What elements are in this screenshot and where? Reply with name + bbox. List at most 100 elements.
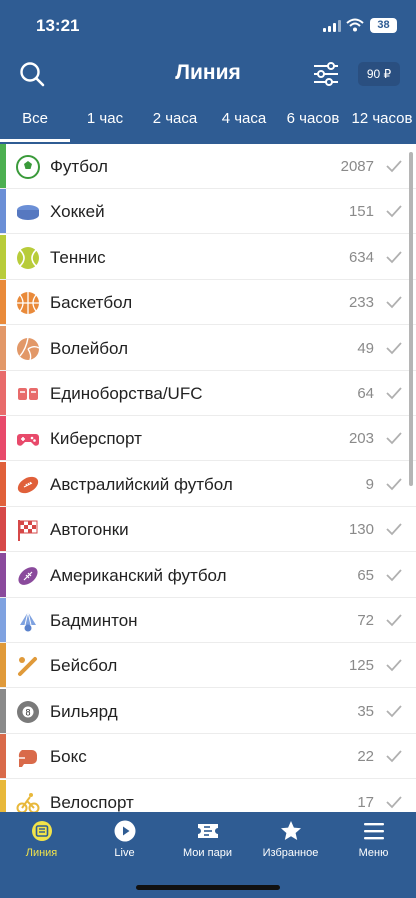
sport-color-bar <box>0 507 6 552</box>
scrollbar[interactable] <box>409 152 413 486</box>
sport-row[interactable]: Волейбол 49 <box>0 325 416 371</box>
checkmark-icon[interactable] <box>386 295 402 309</box>
sport-name: Киберспорт <box>50 429 142 449</box>
sport-row[interactable]: Киберспорт 203 <box>0 416 416 462</box>
wifi-icon <box>346 18 364 32</box>
sport-name: Австралийский футбол <box>50 474 233 494</box>
tabbar-favorites[interactable]: Избранное <box>249 820 332 859</box>
tabbar-menu[interactable]: Меню <box>332 820 415 859</box>
tab-4-hours[interactable]: 4 часа <box>210 100 278 144</box>
sport-name: Бокс <box>50 747 87 767</box>
cyclist-icon <box>16 792 40 812</box>
sport-color-bar <box>0 144 6 188</box>
sport-row[interactable]: Американский футбол 65 <box>0 552 416 598</box>
checkmark-icon[interactable] <box>386 250 402 264</box>
sport-row[interactable]: Бадминтон 72 <box>0 598 416 643</box>
sport-row[interactable]: Единоборства/UFC 64 <box>0 371 416 416</box>
status-time: 13:21 <box>36 16 80 35</box>
tab-12-hours[interactable]: 12 часов <box>348 100 416 144</box>
sport-color-bar <box>0 552 6 597</box>
gamepad-icon <box>17 434 39 447</box>
ticket-list-icon <box>31 821 52 841</box>
racing-flag-icon <box>18 520 38 542</box>
sports-list: Футбол 2087 Хоккей 151 Теннис 634 Баскетбол 233… <box>0 144 416 812</box>
tabbar-label: Мои пари <box>183 847 232 859</box>
sport-count: 35 <box>357 702 374 720</box>
status-bar: 13:21 38 <box>0 0 416 50</box>
sport-name: Бильярд <box>50 701 118 721</box>
checkmark-icon[interactable] <box>386 341 402 355</box>
checkmark-icon[interactable] <box>386 386 402 400</box>
tabbar-label: Live <box>114 847 135 859</box>
australian-football-icon <box>17 476 39 493</box>
basketball-icon <box>17 292 39 315</box>
checkmark-icon[interactable] <box>386 431 402 445</box>
tabbar-my-bets[interactable]: Мои пари <box>166 820 249 859</box>
american-football-icon <box>18 566 38 585</box>
sport-name: Волейбол <box>50 338 129 358</box>
checkmark-icon[interactable] <box>386 613 402 627</box>
tabbar-label: Избранное <box>262 847 319 859</box>
sport-row[interactable]: Баскетбол 233 <box>0 280 416 326</box>
tab-6-hours[interactable]: 6 часов <box>278 100 348 144</box>
sport-count: 151 <box>348 203 374 221</box>
volleyball-icon <box>17 337 40 360</box>
sport-row[interactable]: Автогонки 130 <box>0 507 416 553</box>
checkmark-icon[interactable] <box>386 568 402 582</box>
sport-color-bar <box>0 461 6 506</box>
search-icon[interactable] <box>18 60 46 88</box>
boxing-glove-icon <box>18 750 37 768</box>
tab-2-hours[interactable]: 2 часа <box>140 100 210 144</box>
tabbar-label: Линия <box>25 847 58 859</box>
martial-arts-icon <box>18 388 38 400</box>
shuttlecock-icon <box>20 611 36 632</box>
hockey-puck-icon <box>17 205 39 221</box>
tabbar-live[interactable]: Live <box>83 820 166 859</box>
sport-row[interactable]: Велоспорт 17 <box>0 779 416 812</box>
sport-name: Американский футбол <box>50 565 227 585</box>
sport-count: 72 <box>357 612 374 629</box>
sport-row[interactable]: 8 Бильярд 35 <box>0 688 416 734</box>
tabbar-line[interactable]: Линия <box>0 820 83 859</box>
sport-count: 9 <box>365 475 374 493</box>
checkmark-icon[interactable] <box>386 749 402 763</box>
sport-name: Велоспорт <box>50 792 134 812</box>
checkmark-icon[interactable] <box>386 704 402 718</box>
page-title: Линия <box>175 61 241 84</box>
sport-row[interactable]: Бейсбол 125 <box>0 643 416 689</box>
sport-color-bar <box>0 643 6 688</box>
checkmark-icon[interactable] <box>386 658 402 672</box>
tab-all[interactable]: Все <box>0 100 70 144</box>
bets-ticket-icon <box>197 824 218 838</box>
checkmark-icon[interactable] <box>386 522 402 536</box>
filter-sliders-icon[interactable] <box>312 60 340 88</box>
sport-color-bar <box>0 734 6 779</box>
sport-color-bar <box>0 779 6 812</box>
sport-count: 125 <box>348 657 374 675</box>
checkmark-icon[interactable] <box>386 477 402 491</box>
checkmark-icon[interactable] <box>386 159 402 173</box>
sport-row[interactable]: Австралийский футбол 9 <box>0 461 416 507</box>
sport-count: 203 <box>348 430 374 448</box>
sport-row[interactable]: Бокс 22 <box>0 734 416 780</box>
checkmark-icon[interactable] <box>386 204 402 218</box>
sport-row[interactable]: Футбол 2087 <box>0 144 416 189</box>
sport-name: Теннис <box>50 247 106 267</box>
sport-color-bar <box>0 280 6 325</box>
balance-badge[interactable]: 90 ₽ <box>358 62 400 86</box>
battery-icon: 38 <box>370 18 397 33</box>
svg-text:8: 8 <box>25 707 30 717</box>
sport-row[interactable]: Теннис 634 <box>0 234 416 280</box>
checkmark-icon[interactable] <box>386 795 402 809</box>
tabbar-label: Меню <box>358 847 389 859</box>
sport-name: Автогонки <box>50 520 129 540</box>
tab-1-hour[interactable]: 1 час <box>70 100 140 144</box>
sport-color-bar <box>0 325 6 370</box>
sport-count: 22 <box>357 748 374 766</box>
header: Линия 90 ₽ <box>0 50 416 98</box>
sport-row[interactable]: Хоккей 151 <box>0 189 416 235</box>
star-icon <box>280 821 301 840</box>
sport-count: 130 <box>348 521 374 539</box>
play-icon <box>114 820 135 842</box>
sport-name: Бейсбол <box>50 656 118 676</box>
